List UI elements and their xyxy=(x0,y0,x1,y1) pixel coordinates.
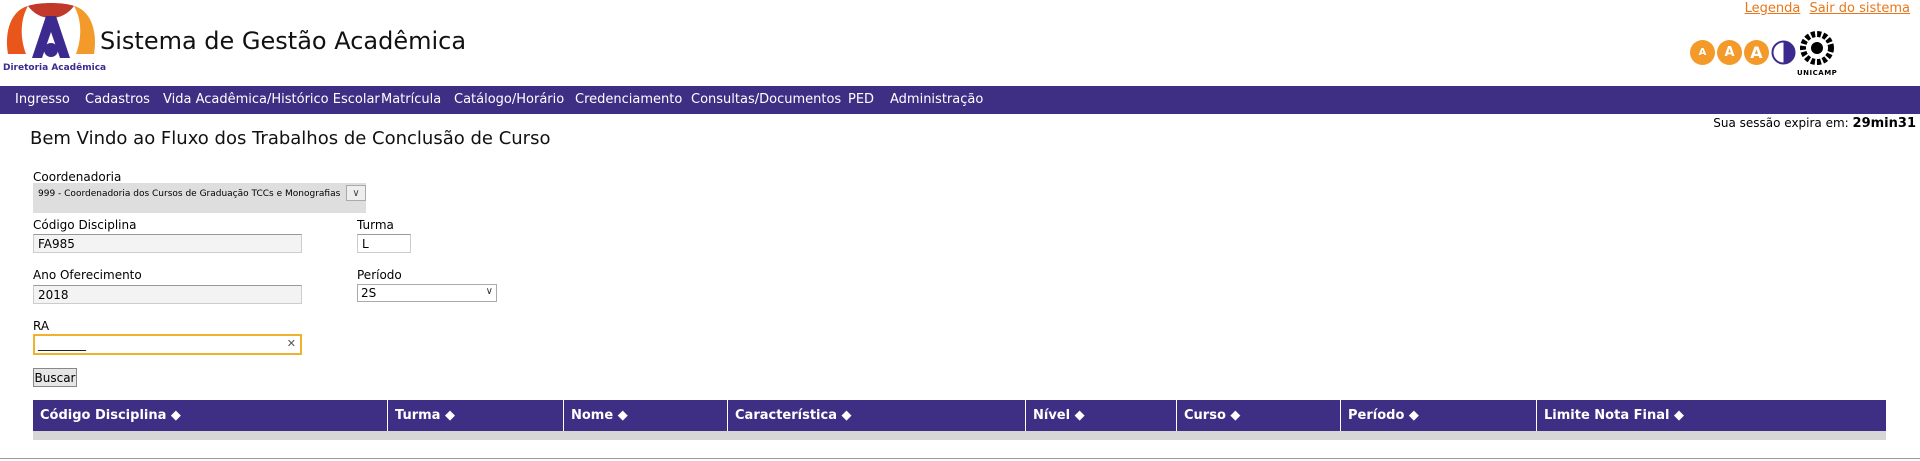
coordenadoria-select[interactable]: 999 - Coordenadoria dos Cursos de Gradua… xyxy=(33,183,366,213)
column-header-codigo-disciplina[interactable]: Código Disciplina ◆ xyxy=(33,400,387,431)
coordenadoria-label: Coordenadoria xyxy=(33,170,122,184)
results-table-header: Código Disciplina ◆ Turma ◆ Nome ◆ Carac… xyxy=(33,400,1886,431)
periodo-select[interactable]: 2S ∨ xyxy=(357,284,497,302)
buscar-button[interactable]: Buscar xyxy=(33,368,77,387)
session-timer: Sua sessão expira em: 29min31 xyxy=(1713,116,1916,131)
codigo-disciplina-input[interactable]: FA985 xyxy=(33,234,302,253)
session-label: Sua sessão expira em: xyxy=(1713,116,1849,130)
ano-oferecimento-input[interactable]: 2018 xyxy=(33,285,302,304)
ano-oferecimento-label: Ano Oferecimento xyxy=(33,268,142,282)
chevron-down-icon[interactable]: ∨ xyxy=(486,285,493,299)
menu-item-vida-academica[interactable]: Vida Acadêmica/Histórico Escolar xyxy=(163,86,380,114)
sort-icon[interactable]: ◆ xyxy=(842,408,852,423)
sort-icon[interactable]: ◆ xyxy=(1075,408,1085,423)
font-size-medium-button[interactable]: A xyxy=(1717,40,1742,65)
logo-caption: Diretoria Acadêmica xyxy=(3,63,107,73)
clear-icon[interactable]: ✕ xyxy=(287,337,296,350)
app-title: Sistema de Gestão Acadêmica xyxy=(100,27,467,55)
ra-label: RA xyxy=(33,319,50,333)
legenda-link[interactable]: Legenda xyxy=(1745,1,1801,16)
codigo-disciplina-label: Código Disciplina xyxy=(33,218,137,232)
menu-item-administracao[interactable]: Administração xyxy=(890,86,983,114)
session-time: 29min31 xyxy=(1852,116,1916,131)
menu-item-cadastros[interactable]: Cadastros xyxy=(85,86,150,114)
main-menu: Ingresso Cadastros Vida Acadêmica/Histór… xyxy=(0,86,1920,114)
column-header-nivel[interactable]: Nível ◆ xyxy=(1025,400,1176,431)
results-table-body xyxy=(33,431,1886,440)
chevron-down-icon[interactable]: ∨ xyxy=(346,185,366,201)
menu-item-matricula[interactable]: Matrícula xyxy=(381,86,441,114)
sort-icon[interactable]: ◆ xyxy=(1230,408,1240,423)
sort-icon[interactable]: ◆ xyxy=(1409,408,1419,423)
periodo-value: 2S xyxy=(361,286,377,300)
column-header-periodo[interactable]: Período ◆ xyxy=(1340,400,1536,431)
sair-link[interactable]: Sair do sistema xyxy=(1809,1,1910,16)
unicamp-caption: UNICAMP xyxy=(1797,69,1838,77)
menu-item-credenciamento[interactable]: Credenciamento xyxy=(575,86,682,114)
menu-item-ingresso[interactable]: Ingresso xyxy=(15,86,70,114)
sort-icon[interactable]: ◆ xyxy=(618,408,628,423)
column-header-caracteristica[interactable]: Característica ◆ xyxy=(727,400,1025,431)
menu-item-consultas-documentos[interactable]: Consultas/Documentos xyxy=(691,86,841,114)
turma-input[interactable]: L xyxy=(357,234,411,253)
periodo-label: Período xyxy=(357,268,402,282)
column-header-turma[interactable]: Turma ◆ xyxy=(387,400,563,431)
footer-divider xyxy=(0,458,1920,459)
turma-label: Turma xyxy=(357,218,394,232)
accessibility-controls: A A A xyxy=(1690,40,1796,65)
ra-input[interactable]: ________ ✕ xyxy=(33,334,302,355)
sort-icon[interactable]: ◆ xyxy=(1674,408,1684,423)
ra-value: ________ xyxy=(38,337,86,351)
font-size-small-button[interactable]: A xyxy=(1690,40,1715,65)
page-title: Bem Vindo ao Fluxo dos Trabalhos de Conc… xyxy=(30,128,551,149)
font-size-large-button[interactable]: A xyxy=(1744,40,1769,65)
sort-icon[interactable]: ◆ xyxy=(445,408,455,423)
menu-item-ped[interactable]: PED xyxy=(848,86,874,114)
sort-icon[interactable]: ◆ xyxy=(171,408,181,423)
column-header-nome[interactable]: Nome ◆ xyxy=(563,400,727,431)
column-header-limite-nota-final[interactable]: Limite Nota Final ◆ xyxy=(1536,400,1886,431)
coordenadoria-value: 999 - Coordenadoria dos Cursos de Gradua… xyxy=(38,189,341,199)
column-header-curso[interactable]: Curso ◆ xyxy=(1176,400,1340,431)
menu-item-catalogo-horario[interactable]: Catálogo/Horário xyxy=(454,86,564,114)
top-links: Legenda Sair do sistema xyxy=(1740,1,1910,16)
